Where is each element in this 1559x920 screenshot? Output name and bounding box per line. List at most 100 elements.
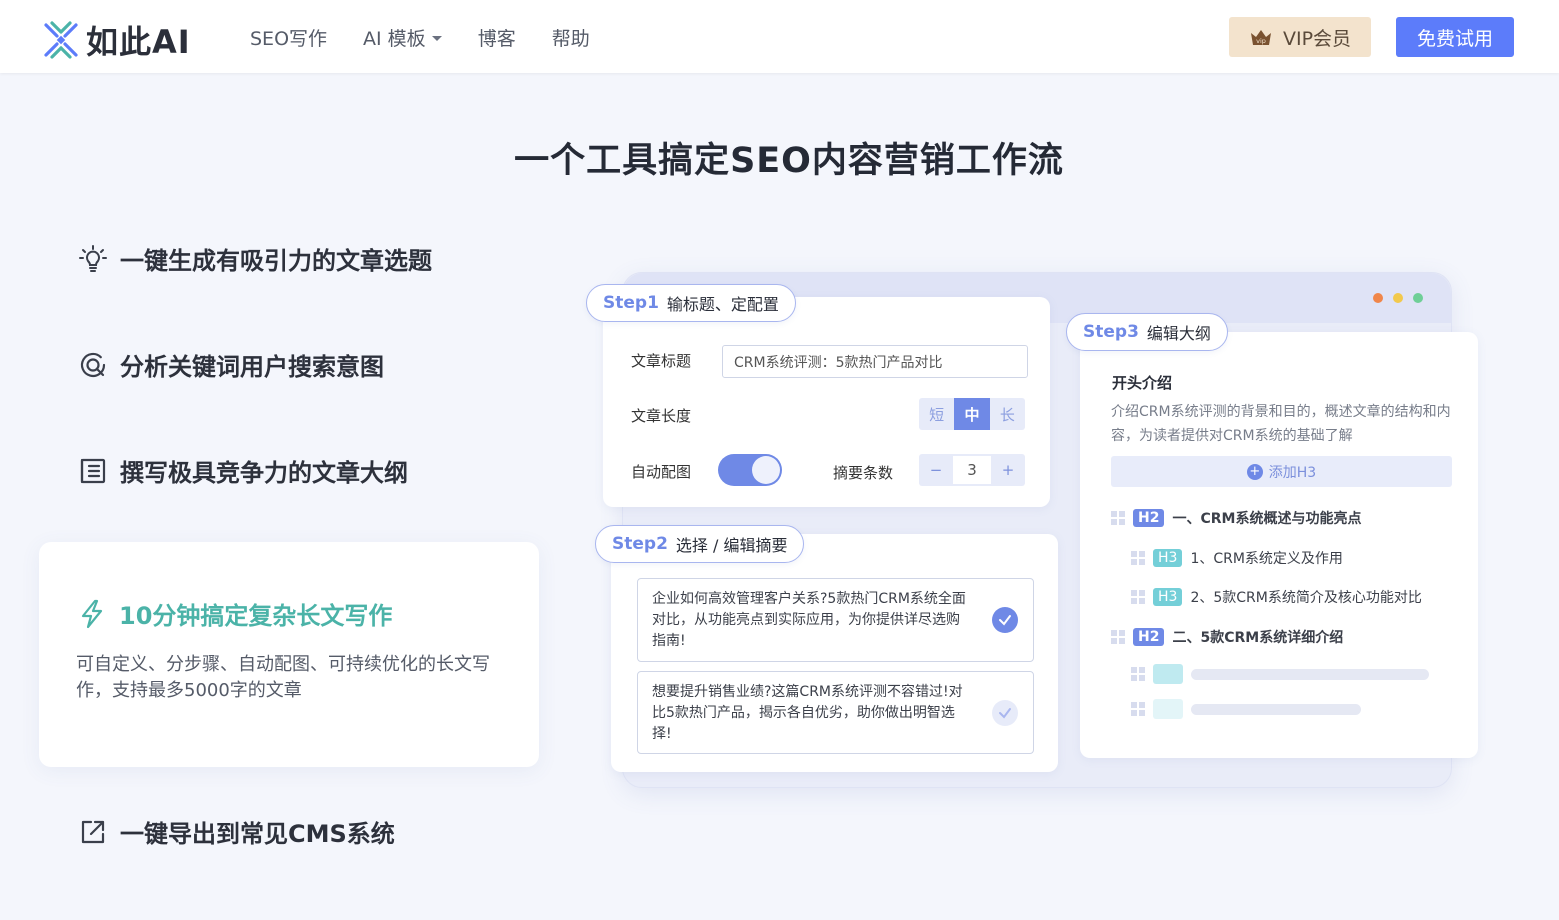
drag-handle-icon (1131, 667, 1145, 681)
lightning-icon (81, 599, 103, 628)
check-circle-icon (992, 607, 1018, 633)
intro-description: 介绍CRM系统评测的背景和目的，概述文章的结构和内容，为读者提供对CRM系统的基… (1111, 404, 1451, 444)
article-length-selector: 短 中 长 (919, 398, 1025, 430)
vip-member-button[interactable]: vip VIP会员 (1229, 17, 1371, 57)
feature-write-outline[interactable]: 撰写极具竞争力的文章大纲 (78, 453, 408, 488)
drag-handle-icon[interactable] (1131, 551, 1145, 565)
logo-text: 如此AI (86, 23, 191, 61)
abstract-option[interactable]: 企业如何高效管理客户关系?5款热门CRM系统全面对比，从功能亮点到实际应用，为你… (637, 578, 1034, 662)
feature-write-outline-label: 撰写极具竞争力的文章大纲 (120, 459, 408, 487)
placeholder-text-bar (1191, 668, 1429, 680)
drag-handle-icon[interactable] (1131, 590, 1145, 604)
feature-longform-title: 10分钟搞定复杂长文写作 (77, 596, 392, 631)
outline-list-icon (80, 458, 106, 483)
target-search-icon (80, 352, 106, 377)
window-dot-red (1373, 293, 1383, 303)
drag-handle-icon[interactable] (1111, 630, 1125, 644)
vip-icon-text: vip (1256, 37, 1266, 45)
outline-item-text: 一、CRM系统概述与功能亮点 (1172, 511, 1362, 527)
abstract-text: 企业如何高效管理客户关系?5款热门CRM系统全面对比，从功能亮点到实际应用，为你… (652, 591, 966, 649)
outline-item-text: 二、5款CRM系统详细介绍 (1172, 630, 1344, 646)
free-trial-button[interactable]: 免费试用 (1396, 17, 1514, 57)
export-icon (81, 820, 105, 843)
outline-item-h2[interactable]: H2 一、CRM系统概述与功能亮点 (1111, 508, 1361, 528)
stepper-value[interactable]: 3 (953, 456, 991, 484)
feature-longform-desc: 可自定义、分步骤、自动配图、可持续优化的长文写作，支持最多5000字的文章 (76, 654, 490, 701)
nav-help-label: 帮助 (551, 28, 590, 50)
feature-export-cms-label: 一键导出到常见CMS系统 (120, 820, 395, 848)
feature-keyword-intent[interactable]: 分析关键词用户搜索意图 (78, 347, 384, 382)
stepper-plus-button[interactable]: + (991, 454, 1025, 486)
step3-card (1080, 332, 1478, 758)
auto-image-label: 自动配图 (631, 463, 692, 481)
nav-blog-label: 博客 (477, 28, 516, 50)
nav-ai-templates[interactable]: AI 模板 (363, 24, 442, 51)
outline-item-text: 2、5款CRM系统简介及核心功能对比 (1190, 590, 1422, 606)
article-length-label: 文章长度 (631, 407, 692, 425)
step3-pill: Step3 编辑大纲 (1066, 313, 1228, 351)
outline-item-h3[interactable]: H3 2、5款CRM系统简介及核心功能对比 (1131, 587, 1422, 607)
step2-number: Step2 (612, 534, 668, 554)
feature-longform-card[interactable]: 10分钟搞定复杂长文写作 可自定义、分步骤、自动配图、可持续优化的长文写作，支持… (39, 542, 539, 767)
main-nav: SEO写作 AI 模板 博客 帮助 (250, 24, 590, 51)
step1-title: 输标题、定配置 (666, 295, 779, 314)
step3-number: Step3 (1083, 322, 1139, 342)
chevron-down-icon (431, 36, 442, 41)
toggle-knob (752, 456, 780, 484)
feature-generate-topics-label: 一键生成有吸引力的文章选题 (120, 247, 432, 275)
nav-blog[interactable]: 博客 (478, 24, 516, 51)
window-dot-yellow (1393, 293, 1403, 303)
feature-longform-label: 10分钟搞定复杂长文写作 (119, 602, 393, 630)
window-dot-green (1413, 293, 1423, 303)
h3-tag: H3 (1153, 588, 1183, 606)
check-circle-icon (992, 699, 1018, 726)
step1-number: Step1 (603, 293, 659, 313)
outline-item-h2[interactable]: H2 二、5款CRM系统详细介绍 (1111, 627, 1343, 647)
nav-seo-writing-label: SEO写作 (250, 28, 328, 50)
step2-title: 选择 / 编辑摘要 (675, 536, 788, 555)
feature-generate-topics[interactable]: 一键生成有吸引力的文章选题 (78, 241, 432, 276)
intro-heading: 开头介绍 (1112, 374, 1173, 392)
section-title: 一个工具搞定SEO内容营销工作流 (514, 141, 1064, 181)
nav-help[interactable]: 帮助 (552, 24, 590, 51)
summary-count-stepper: − 3 + (919, 454, 1025, 486)
step2-pill: Step2 选择 / 编辑摘要 (595, 525, 805, 563)
abstract-text: 想要提升销售业绩?这篇CRM系统评测不容错过!对比5款热门产品，揭示各自优劣，助… (652, 684, 963, 742)
length-option-medium[interactable]: 中 (954, 398, 990, 430)
logo[interactable]: 如此AI (42, 17, 191, 63)
abstract-option[interactable]: 想要提升销售业绩?这篇CRM系统评测不容错过!对比5款热门产品，揭示各自优劣，助… (637, 671, 1034, 754)
placeholder-tag (1153, 664, 1183, 684)
h3-tag: H3 (1153, 549, 1183, 567)
length-option-long[interactable]: 长 (990, 398, 1025, 430)
h2-tag: H2 (1133, 509, 1165, 527)
outline-item-h3[interactable]: H3 1、CRM系统定义及作用 (1131, 548, 1343, 568)
outline-placeholder-row (1131, 664, 1429, 684)
step3-title: 编辑大纲 (1146, 324, 1211, 343)
nav-seo-writing[interactable]: SEO写作 (250, 24, 327, 51)
drag-handle-icon (1131, 702, 1145, 716)
step1-pill: Step1 输标题、定配置 (586, 284, 796, 322)
add-h3-label: 添加H3 (1268, 464, 1317, 481)
summary-count-label: 摘要条数 (833, 464, 894, 482)
placeholder-text-bar (1191, 703, 1361, 715)
outline-item-text: 1、CRM系统定义及作用 (1190, 551, 1343, 567)
h2-tag: H2 (1133, 628, 1165, 646)
length-option-short[interactable]: 短 (919, 398, 954, 430)
lightbulb-icon (79, 244, 107, 272)
auto-image-toggle[interactable] (718, 454, 782, 486)
plus-icon: + (1246, 463, 1263, 480)
top-navbar: 如此AI SEO写作 AI 模板 博客 帮助 vip VIP会员 免费试用 (0, 0, 1559, 73)
free-trial-label: 免费试用 (1416, 27, 1493, 50)
add-h3-button[interactable]: + 添加H3 (1111, 456, 1452, 487)
stepper-minus-button[interactable]: − (919, 454, 953, 486)
article-title-input[interactable]: CRM系统评测：5款热门产品对比 (722, 345, 1028, 378)
logo-icon (44, 21, 78, 59)
outline-placeholder-row (1131, 699, 1361, 719)
vip-member-label: VIP会员 (1282, 27, 1352, 50)
nav-ai-templates-label: AI 模板 (363, 28, 426, 50)
drag-handle-icon[interactable] (1111, 511, 1125, 525)
feature-keyword-intent-label: 分析关键词用户搜索意图 (120, 353, 384, 381)
article-title-value: CRM系统评测：5款热门产品对比 (734, 354, 943, 371)
feature-export-cms[interactable]: 一键导出到常见CMS系统 (78, 814, 395, 849)
article-title-label: 文章标题 (631, 352, 692, 370)
